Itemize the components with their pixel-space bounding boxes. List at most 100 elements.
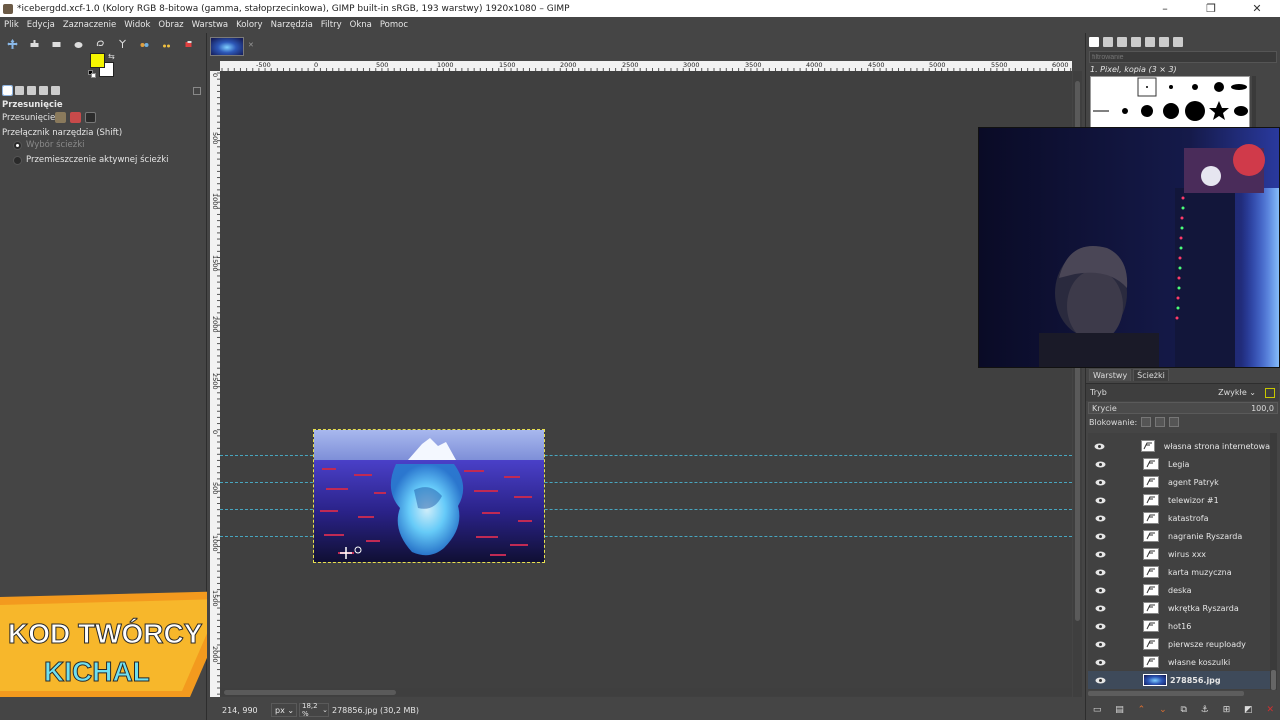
color-select-icon[interactable] [135,38,153,50]
move-path-mode-icon[interactable] [85,112,96,123]
unit-selector[interactable]: px ⌄ [271,703,297,717]
images-tab-icon[interactable] [39,86,48,95]
menu-okna[interactable]: Okna [346,20,376,30]
layer-row[interactable]: własne koszulki [1088,653,1270,671]
minimize-button[interactable]: – [1142,2,1188,15]
mode-dropdown[interactable]: Zwykłe ⌄ [1218,388,1256,397]
link-toggle[interactable] [1118,674,1130,686]
eye-icon[interactable] [1094,622,1106,630]
rect-select-icon[interactable] [47,38,65,50]
anchor-layer-icon[interactable]: ⚓ [1201,705,1209,715]
layer-row[interactable]: katastrofa [1088,509,1270,527]
move-layer-mode-icon[interactable] [55,112,66,123]
menu-zaznaczenie[interactable]: Zaznaczenie [59,20,120,30]
layer-row[interactable]: własna strona internetowa [1088,437,1270,455]
eye-icon[interactable] [1094,568,1106,576]
eye-icon[interactable] [1094,532,1106,540]
iceberg-image[interactable] [313,429,545,563]
canvas-horizontal-scrollbar[interactable] [220,688,1072,696]
layer-row[interactable]: wkrętka Ryszarda [1088,599,1270,617]
panel-menu-icon[interactable] [193,87,201,95]
menu-obraz[interactable]: Obraz [154,20,187,30]
layer-row[interactable]: nagranie Ryszarda [1088,527,1270,545]
image-tab-close-icon[interactable]: ✕ [248,41,254,49]
lock-position-icon[interactable] [1155,417,1166,427]
eye-icon[interactable] [1094,442,1105,450]
layer-list[interactable]: własna strona internetowa Legia agent Patr… [1088,433,1270,690]
foreground-select-icon[interactable] [179,38,197,50]
link-toggle[interactable] [1118,530,1130,542]
link-toggle[interactable] [1118,494,1130,506]
layer-row[interactable]: telewizor #1 [1088,491,1270,509]
palettes-tab-icon[interactable] [1145,37,1155,47]
link-toggle[interactable] [1118,638,1130,650]
link-toggle[interactable] [1118,584,1130,596]
eye-icon[interactable] [1094,676,1106,684]
eye-icon[interactable] [1094,460,1106,468]
link-toggle[interactable] [1118,656,1130,668]
lasso-icon[interactable] [91,38,109,50]
layer-row[interactable]: karta muzyczna [1088,563,1270,581]
eye-icon[interactable] [1094,586,1106,594]
link-toggle[interactable] [1118,566,1130,578]
menu-narzedzia[interactable]: Narzędzia [267,20,317,30]
menu-warstwa[interactable]: Warstwa [188,20,233,30]
eye-icon[interactable] [1094,658,1106,666]
radio-pick-path[interactable] [13,141,22,150]
brush-scrollbar[interactable] [1252,76,1256,128]
close-button[interactable]: ✕ [1234,2,1280,15]
menu-filtry[interactable]: Filtry [317,20,346,30]
mask-layer-icon[interactable]: ◩ [1244,705,1253,715]
mypaint-tab-icon[interactable] [1173,37,1183,47]
fuzzy-select-icon[interactable] [113,38,131,50]
default-colors-icon[interactable] [88,70,96,78]
link-toggle[interactable] [1117,440,1128,452]
layer-row[interactable]: deska [1088,581,1270,599]
layer-row[interactable]: pierwsze reuploady [1088,635,1270,653]
menu-pomoc[interactable]: Pomoc [376,20,412,30]
dynamics-tab-icon[interactable] [1159,37,1169,47]
link-toggle[interactable] [1118,602,1130,614]
link-toggle[interactable] [1118,476,1130,488]
align-tool-icon[interactable] [25,38,43,50]
brush-grid[interactable] [1090,76,1250,128]
eye-icon[interactable] [1094,478,1106,486]
new-layer-icon[interactable]: ▭ [1093,705,1102,715]
layer-row[interactable]: 278856.jpg [1088,671,1270,689]
tab-paths[interactable]: Ścieżki [1133,369,1169,381]
eye-icon[interactable] [1094,640,1106,648]
eye-icon[interactable] [1094,514,1106,522]
brushes-tab-icon[interactable] [1089,37,1099,47]
menu-widok[interactable]: Widok [120,20,154,30]
menu-plik[interactable]: Plik [0,20,23,30]
radio-move-active-path[interactable] [13,156,22,165]
layer-row[interactable]: agent Patryk [1088,473,1270,491]
gradients-tab-icon[interactable] [1131,37,1141,47]
restore-button[interactable]: ❐ [1188,2,1234,15]
raise-layer-icon[interactable]: ⌃ [1138,705,1146,715]
patterns-tab-icon[interactable] [1103,37,1113,47]
lower-layer-icon[interactable]: ⌄ [1159,705,1167,715]
layer-list-scrollbar[interactable] [1270,433,1277,690]
delete-layer-icon[interactable]: ✕ [1267,705,1275,715]
tool-options-tab-icon[interactable] [2,85,13,96]
duplicate-layer-icon[interactable]: ⧉ [1180,705,1186,715]
layer-row[interactable]: wirus xxx [1088,545,1270,563]
eye-icon[interactable] [1094,496,1106,504]
link-toggle[interactable] [1118,620,1130,632]
brush-filter-input[interactable] [1089,51,1277,63]
document-tab-icon[interactable] [51,86,60,95]
menu-edycja[interactable]: Edycja [23,20,59,30]
menu-kolory[interactable]: Kolory [232,20,266,30]
canvas-area[interactable] [220,71,1072,697]
opacity-slider[interactable]: Krycie 100,0 [1088,402,1278,414]
eye-icon[interactable] [1094,550,1106,558]
zoom-selector[interactable]: 18,2 % ⌄ [299,702,329,718]
swap-colors-icon[interactable]: ⇆ [108,52,115,61]
device-status-tab-icon[interactable] [15,86,24,95]
scissors-icon[interactable] [157,38,175,50]
undo-history-tab-icon[interactable] [27,86,36,95]
image-tab-thumbnail[interactable] [210,37,244,56]
layer-list-hscrollbar[interactable] [1088,691,1244,696]
foreground-color[interactable] [90,53,105,68]
